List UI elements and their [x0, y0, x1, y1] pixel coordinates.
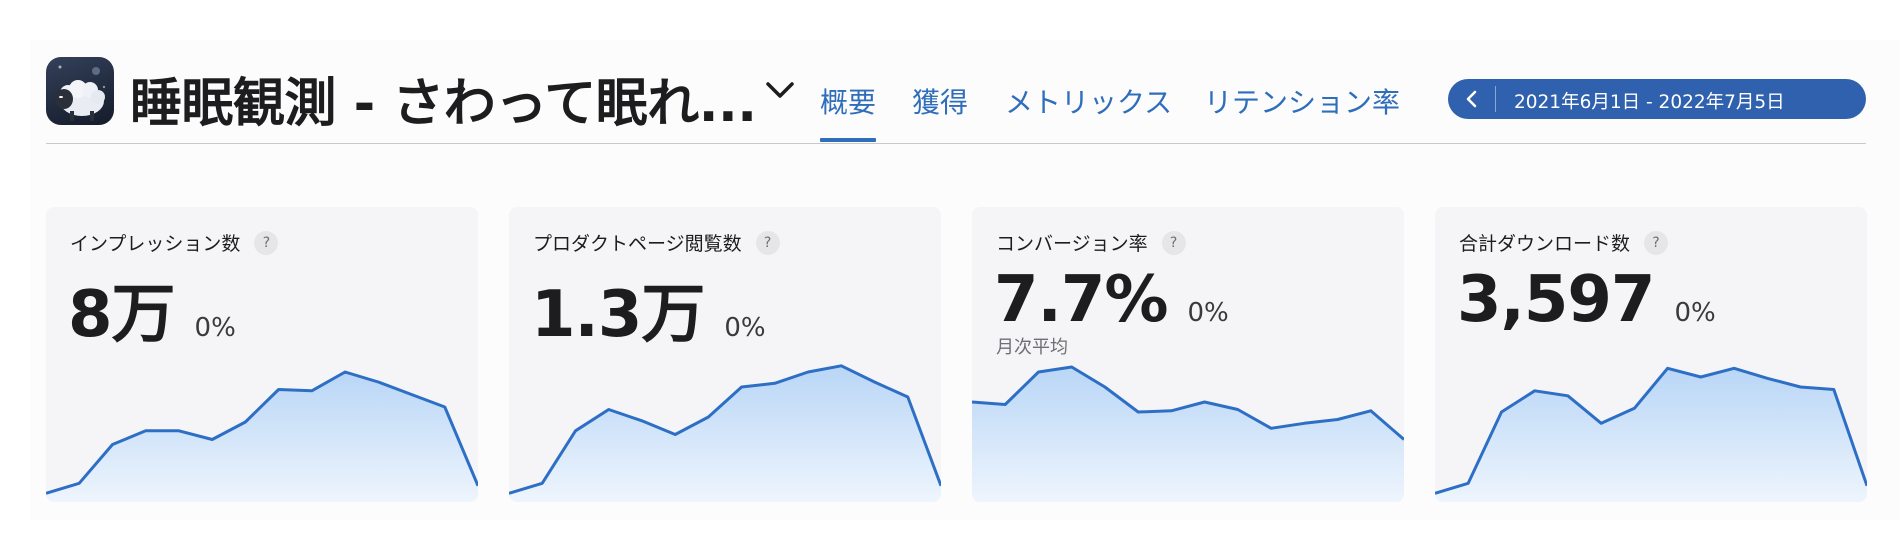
card-label-text: 合計ダウンロード数: [1459, 233, 1631, 255]
metric-card-product-page-views[interactable]: プロダクトページ閲覧数 ? 1.3万 0%: [509, 207, 941, 502]
sparkline-area: [972, 367, 1404, 502]
date-range-label: 2021年6月1日 - 2022年7月5日: [1514, 92, 1785, 113]
card-value: 3,597 0%: [1457, 263, 1716, 337]
tab-retention[interactable]: リテンション率: [1204, 81, 1400, 121]
chevron-down-icon[interactable]: [764, 79, 796, 101]
card-delta: 0%: [194, 313, 236, 343]
card-delta: 0%: [1187, 298, 1229, 328]
help-icon[interactable]: ?: [254, 230, 279, 255]
metric-card-impressions[interactable]: インプレッション数 ? 8万 0%: [46, 207, 478, 502]
help-icon[interactable]: ?: [1161, 230, 1186, 255]
help-icon[interactable]: ?: [755, 230, 780, 255]
help-icon[interactable]: ?: [1644, 230, 1669, 255]
card-label-text: インプレッション数: [70, 233, 241, 255]
tab-overview[interactable]: 概要: [820, 81, 876, 121]
metric-card-conversion-rate[interactable]: コンバージョン率 ? 7.7% 0% 月次平均: [972, 207, 1404, 502]
card-value-number: 7.7%: [994, 263, 1168, 337]
card-label: 合計ダウンロード数 ?: [1459, 229, 1669, 256]
card-value: 7.7% 0%: [994, 263, 1229, 337]
active-tab-indicator: [820, 138, 876, 142]
card-label-text: プロダクトページ閲覧数: [533, 233, 742, 255]
tab-metrics[interactable]: メトリックス: [1005, 81, 1172, 121]
app-header: 睡眠観測 - さわって眠れ... 概要 獲得 メトリックス リテンション率 20…: [46, 55, 1866, 145]
header-divider: [46, 143, 1866, 144]
card-value-number: 1.3万: [531, 278, 705, 352]
card-value: 1.3万 0%: [531, 263, 766, 355]
metric-card-total-downloads[interactable]: 合計ダウンロード数 ? 3,597 0%: [1435, 207, 1867, 502]
date-range-picker[interactable]: 2021年6月1日 - 2022年7月5日: [1448, 79, 1866, 119]
sparkline-area: [46, 372, 478, 502]
card-value-number: 8万: [68, 278, 176, 352]
chevron-left-icon: [1466, 90, 1477, 108]
card-value-number: 3,597: [1457, 263, 1655, 337]
card-value: 8万 0%: [68, 263, 236, 355]
date-prev-button[interactable]: [1448, 79, 1498, 119]
app-title[interactable]: 睡眠観測 - さわって眠れ...: [130, 61, 757, 136]
card-delta: 0%: [1674, 298, 1716, 328]
card-label: プロダクトページ閲覧数 ?: [533, 229, 780, 256]
card-label-text: コンバージョン率: [996, 233, 1148, 255]
sheep-app-icon: [46, 57, 114, 125]
card-label: インプレッション数 ?: [70, 229, 279, 256]
monthly-average-caption: 月次平均: [996, 337, 1068, 358]
tab-acquisition[interactable]: 獲得: [912, 81, 968, 121]
card-delta: 0%: [724, 313, 766, 343]
card-label: コンバージョン率 ?: [996, 229, 1186, 256]
